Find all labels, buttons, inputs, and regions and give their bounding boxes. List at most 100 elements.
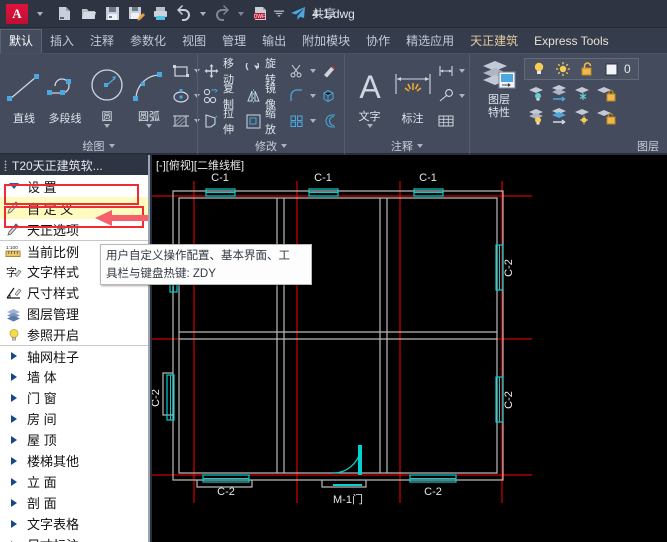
undo-dropdown[interactable] bbox=[197, 3, 209, 25]
text-style-icon: 字 bbox=[5, 263, 22, 280]
layer-off-icon[interactable] bbox=[526, 105, 548, 127]
chevron-down-icon[interactable] bbox=[310, 94, 316, 98]
layer-lock-icon[interactable] bbox=[595, 82, 617, 104]
annotation-panel-title[interactable]: 注释 bbox=[345, 138, 469, 154]
trim-button[interactable] bbox=[286, 59, 316, 83]
plot-button[interactable] bbox=[149, 3, 171, 25]
window-label-c2-bottom-2: C-2 bbox=[424, 486, 442, 498]
array-button[interactable] bbox=[286, 109, 316, 133]
hatch-button[interactable] bbox=[170, 109, 200, 133]
triangle-right-icon bbox=[5, 389, 22, 406]
color-swatch-icon[interactable] bbox=[600, 58, 622, 80]
dwf-button[interactable]: DWF bbox=[249, 3, 271, 25]
palette-group-wall[interactable]: 墙 体 bbox=[0, 366, 148, 387]
line-button[interactable]: 直线 bbox=[4, 67, 44, 126]
palette-group-text-table[interactable]: 文字表格 bbox=[0, 513, 148, 534]
drawing-canvas[interactable]: [-][俯视][二维线框] bbox=[152, 155, 667, 542]
scale-button[interactable]: 缩放 bbox=[244, 109, 284, 133]
group-header-settings[interactable]: 设 置 bbox=[0, 175, 148, 197]
palette-group-dimension[interactable]: 尺寸标注 bbox=[0, 534, 148, 542]
current-layer-strip[interactable]: 0 bbox=[524, 58, 639, 80]
unlock-icon[interactable] bbox=[576, 58, 598, 80]
new-file-button[interactable] bbox=[53, 3, 75, 25]
table-button[interactable] bbox=[435, 109, 465, 133]
app-menu-button[interactable]: A bbox=[6, 4, 28, 24]
palette-item-tangent-options[interactable]: 天正选项 bbox=[0, 219, 148, 240]
tab-parametric[interactable]: 参数化 bbox=[122, 30, 174, 53]
save-as-button[interactable] bbox=[125, 3, 147, 25]
circle-button[interactable]: 圆 bbox=[86, 65, 128, 128]
offset-button[interactable] bbox=[318, 109, 340, 133]
palette-item-layer-manager[interactable]: 图层管理 bbox=[0, 303, 148, 324]
current-layer-name[interactable]: 0 bbox=[624, 62, 635, 76]
rectangle-button[interactable] bbox=[170, 59, 200, 83]
chevron-down-icon[interactable] bbox=[310, 119, 316, 123]
tab-view[interactable]: 视图 bbox=[174, 30, 214, 53]
palette-group-door-window[interactable]: 门 窗 bbox=[0, 387, 148, 408]
layer-previous-icon[interactable] bbox=[549, 82, 571, 104]
tab-featured-apps[interactable]: 精选应用 bbox=[398, 30, 462, 53]
redo-button[interactable] bbox=[211, 3, 233, 25]
bulb-on-icon[interactable] bbox=[528, 58, 550, 80]
layer-tools-row-2 bbox=[526, 105, 639, 127]
layer-thaw-icon[interactable] bbox=[572, 105, 594, 127]
tab-manage[interactable]: 管理 bbox=[214, 30, 254, 53]
redo-dropdown[interactable] bbox=[235, 3, 247, 25]
tab-insert[interactable]: 插入 bbox=[42, 30, 82, 53]
draw-panel-title-label: 绘图 bbox=[83, 138, 105, 154]
palette-group-axis-columns[interactable]: 轴网柱子 bbox=[0, 345, 148, 366]
text-button[interactable]: A 文字 bbox=[349, 65, 390, 128]
layer-unlock-icon[interactable] bbox=[595, 105, 617, 127]
polyline-button[interactable]: 多段线 bbox=[44, 67, 86, 126]
tab-output[interactable]: 输出 bbox=[254, 30, 294, 53]
palette-title-bar[interactable]: T20天正建筑软... bbox=[0, 155, 148, 175]
open-file-button[interactable] bbox=[77, 3, 99, 25]
tab-default[interactable]: 默认 bbox=[0, 29, 42, 53]
save-button[interactable] bbox=[101, 3, 123, 25]
stretch-button[interactable]: 拉伸 bbox=[202, 109, 242, 133]
layer-isolate-icon[interactable] bbox=[526, 82, 548, 104]
qat-customize-dropdown[interactable] bbox=[273, 3, 285, 25]
app-menu-dropdown[interactable] bbox=[29, 3, 51, 25]
ellipse-button[interactable] bbox=[170, 84, 200, 108]
chevron-down-icon[interactable] bbox=[459, 94, 465, 98]
chevron-down-icon[interactable] bbox=[459, 69, 465, 73]
arc-button[interactable]: 圆弧 bbox=[128, 65, 170, 128]
share-label[interactable]: 共享 bbox=[312, 5, 336, 22]
modify-panel-title[interactable]: 修改 bbox=[198, 138, 344, 154]
palette-item-custom[interactable]: 自 定 义 bbox=[0, 197, 148, 219]
linear-dimension-button[interactable] bbox=[435, 59, 465, 83]
3d-array-button[interactable] bbox=[318, 84, 340, 108]
undo-button[interactable] bbox=[173, 3, 195, 25]
window-c2-right-1: C-2 bbox=[496, 245, 515, 290]
palette-group-room[interactable]: 房 间 bbox=[0, 408, 148, 429]
layer-freeze-all-icon[interactable] bbox=[572, 82, 594, 104]
leader-button[interactable] bbox=[435, 84, 465, 108]
chevron-down-icon[interactable] bbox=[310, 69, 316, 73]
erase-button[interactable] bbox=[318, 59, 340, 83]
palette-group-roof[interactable]: 屋 顶 bbox=[0, 429, 148, 450]
palette-item-dim-style[interactable]: 尺寸样式 bbox=[0, 282, 148, 303]
tab-annotate[interactable]: 注释 bbox=[82, 30, 122, 53]
tab-collaborate[interactable]: 协作 bbox=[358, 30, 398, 53]
share-button[interactable] bbox=[287, 3, 309, 25]
palette-group-stairs-other[interactable]: 楼梯其他 bbox=[0, 450, 148, 471]
drag-grip-icon[interactable] bbox=[4, 160, 7, 171]
palette-item-xref-enable[interactable]: 参照开启 bbox=[0, 324, 148, 345]
tab-addins[interactable]: 附加模块 bbox=[294, 30, 358, 53]
palette-group-section[interactable]: 剖 面 bbox=[0, 492, 148, 513]
chevron-down-icon[interactable] bbox=[104, 124, 110, 128]
chevron-down-icon[interactable] bbox=[146, 124, 152, 128]
chevron-down-icon[interactable] bbox=[367, 124, 373, 128]
dimension-button[interactable]: 标注 bbox=[390, 67, 435, 126]
layer-properties-button[interactable]: 图层特性 bbox=[474, 57, 524, 120]
tab-express-tools[interactable]: Express Tools bbox=[526, 30, 616, 53]
fillet-button[interactable] bbox=[286, 84, 316, 108]
draw-panel-title[interactable]: 绘图 bbox=[0, 138, 197, 154]
ribbon-tab-bar: 默认 插入 注释 参数化 视图 管理 输出 附加模块 协作 精选应用 天正建筑 … bbox=[0, 28, 667, 54]
layer-match-icon[interactable] bbox=[549, 105, 571, 127]
tab-tangent-architecture[interactable]: 天正建筑 bbox=[462, 30, 526, 53]
palette-group-elevation[interactable]: 立 面 bbox=[0, 471, 148, 492]
sun-freeze-icon[interactable] bbox=[552, 58, 574, 80]
table-icon bbox=[437, 113, 455, 129]
